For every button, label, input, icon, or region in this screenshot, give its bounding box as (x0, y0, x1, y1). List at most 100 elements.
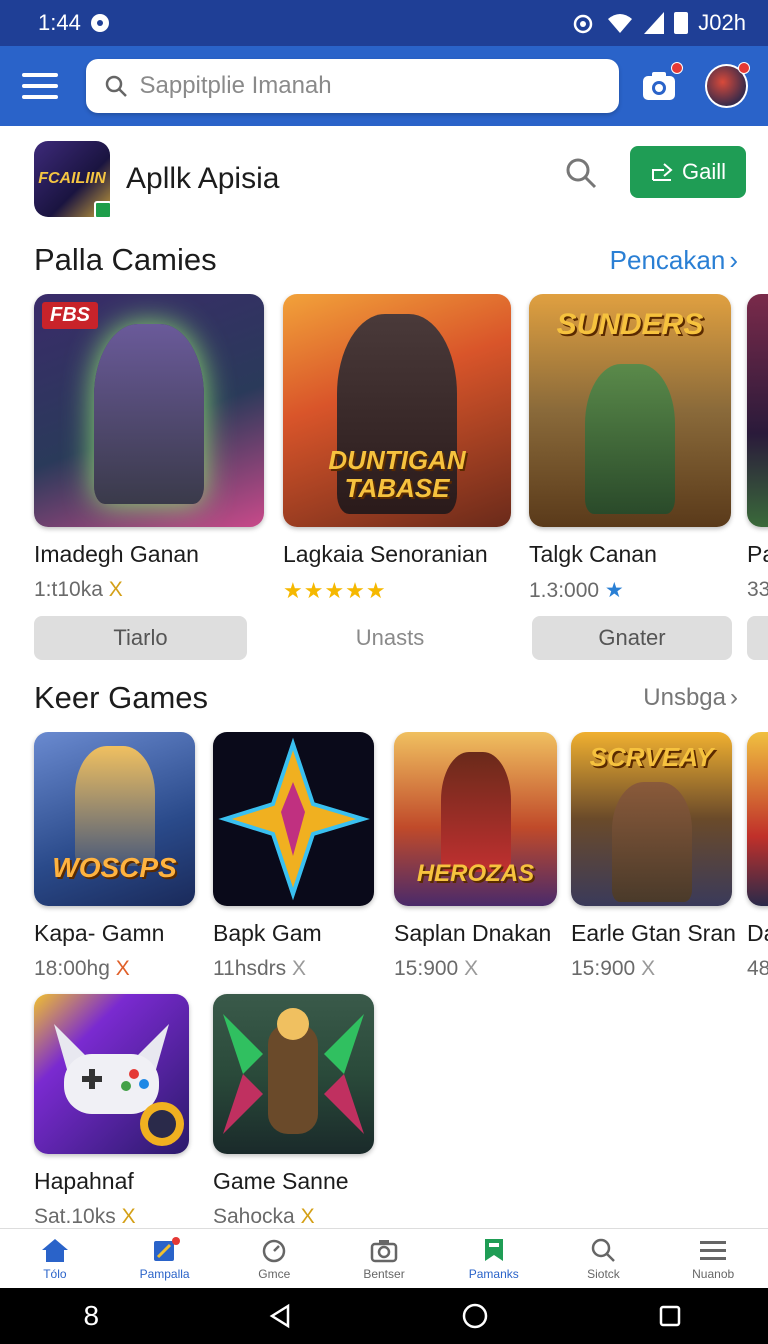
game-title: Pa (747, 541, 768, 567)
game-art-text: SCRVEAY (589, 742, 714, 772)
game-meta-text: 11hsdrs (213, 957, 287, 980)
game-meta-mark: X (115, 957, 130, 980)
game-art: SUNDERS (529, 294, 731, 527)
game-meta-text: 15:900 (571, 957, 636, 980)
game-card[interactable]: SCRVEAY Earle Gtan Sran 15:900 X (571, 732, 736, 981)
clock-icon (263, 1239, 286, 1262)
wifi-icon (608, 14, 633, 33)
game-art-text: WOSCPS (52, 852, 177, 883)
pill-button[interactable]: Unasts (283, 616, 497, 660)
featured-app[interactable]: FCAILIIN Apllk Apisia Gaill (34, 140, 746, 219)
nav-item-bentser[interactable]: Bentser (329, 1229, 439, 1288)
game-art (213, 994, 374, 1154)
game-meta: 11hsdrs X (213, 957, 374, 981)
featured-app-icon: FCAILIIN (34, 141, 112, 219)
game-card[interactable]: DUNTIGAN TABASE Lagkaia Senoranian ★★★★★ (283, 294, 511, 604)
search-bar[interactable] (85, 59, 619, 113)
nav-item-home[interactable]: Tólo (0, 1229, 110, 1288)
game-meta-text: Sat.10ks (34, 1205, 116, 1226)
game-art-text: FBS (42, 302, 98, 329)
star-emblem-icon (218, 737, 370, 901)
home-icon (41, 1238, 68, 1262)
nav-item-gmce[interactable]: Gmce (219, 1229, 329, 1288)
nav-label: Pamanks (468, 1266, 519, 1281)
nav-item-pampalla[interactable]: Pampalla (110, 1229, 220, 1288)
recents-icon[interactable] (656, 1302, 684, 1330)
game-meta: 1.3:000 ★ (529, 578, 731, 603)
avatar[interactable] (704, 62, 750, 108)
nav-label: Gmce (258, 1266, 291, 1281)
status-battery-text: J02h (698, 10, 746, 35)
section-see-more-link[interactable]: Pencakan › (610, 245, 738, 276)
camera-badge (670, 62, 683, 74)
game-card[interactable]: Hapahnaf Sat.10ks X (34, 994, 189, 1226)
camera-button[interactable] (639, 62, 683, 106)
game-card[interactable]: FBS Imadegh Ganan 1:t10ka X (34, 294, 264, 602)
game-meta-mark: X (108, 578, 123, 601)
game-meta-mark: X (292, 957, 307, 980)
section-title: Keer Games (34, 680, 209, 715)
bookmark-icon (484, 1238, 503, 1261)
pill-button[interactable]: Tiarlo (34, 616, 247, 660)
game-meta: 15:900 X (394, 957, 557, 981)
app-bar (0, 46, 768, 126)
game-meta: 15:900 X (571, 957, 732, 981)
game-art-text: DUNTIGAN TABASE (328, 445, 466, 503)
game-card[interactable]: HEROZAS Saplan Dnakan 15:900 X (394, 732, 557, 981)
game-title: Earle Gtan Sran (571, 920, 736, 946)
game-title: Saplan Dnakan (394, 920, 552, 946)
game-art (747, 294, 768, 527)
game-art: WOSCPS (34, 732, 195, 906)
game-card[interactable]: Pa 33 (747, 294, 768, 602)
home-button-icon[interactable] (461, 1302, 489, 1330)
nav-label: Nuanob (692, 1266, 735, 1281)
featured-app-badge (94, 201, 112, 219)
back-icon[interactable] (266, 1302, 294, 1330)
section-title: Palla Camies (34, 242, 217, 277)
hamburger-menu-icon[interactable] (22, 73, 58, 99)
camera-icon (370, 1239, 398, 1262)
search-icon[interactable] (564, 156, 598, 190)
game-meta: 18:00hg X (34, 957, 195, 981)
game-meta-mark: ★ (604, 579, 624, 602)
section-grid-keer: WOSCPS Kapa- Gamn 18:00hg X Bapk Gam 11h… (0, 732, 768, 1226)
game-art: HEROZAS (394, 732, 557, 906)
game-card[interactable]: Da 48 (747, 732, 768, 981)
game-art: DUNTIGAN TABASE (283, 294, 511, 527)
nav-item-pamanks[interactable]: Pamanks (439, 1229, 549, 1288)
edit-icon (153, 1236, 180, 1261)
game-title: Kapa- Gamn (34, 920, 165, 946)
battery-icon (674, 12, 689, 34)
share-icon (651, 163, 673, 181)
game-card[interactable]: SUNDERS Talgk Canan 1.3:000 ★ (529, 294, 731, 603)
game-art-text: SUNDERS (556, 308, 704, 341)
install-button[interactable]: Gaill (630, 146, 746, 198)
search-input[interactable] (139, 72, 560, 100)
game-card[interactable]: Bapk Gam 11hsdrs X (213, 732, 374, 981)
game-art-text: HEROZAS (416, 860, 535, 887)
status-bar: 1:44 J02h (0, 0, 768, 46)
game-meta-text: 18:00hg (34, 957, 110, 980)
alarm-icon (574, 14, 593, 34)
game-meta-text: 15:900 (394, 957, 459, 980)
game-art-figure (585, 364, 675, 514)
game-meta-mark: X (300, 1205, 315, 1226)
game-card[interactable]: WOSCPS Kapa- Gamn 18:00hg X (34, 732, 195, 981)
section-header-palla: Palla Camies Pencakan › (34, 242, 738, 278)
pill-button[interactable] (747, 616, 768, 660)
game-meta: Sahocka X (213, 1205, 374, 1226)
system-nav-left-glyph: 8 (83, 1300, 100, 1331)
game-art (213, 732, 374, 906)
section-header-keer: Keer Games Unsbga › (34, 680, 738, 716)
game-meta-text: Sahocka (213, 1205, 295, 1226)
game-meta-mark: X (641, 957, 656, 980)
section-see-more-link[interactable]: Unsbga › (643, 684, 738, 712)
pill-button[interactable]: Gnater (532, 616, 732, 660)
game-art-figure (440, 752, 511, 872)
search-icon (592, 1238, 616, 1262)
nav-item-siotck[interactable]: Siotck (549, 1229, 659, 1288)
crystal-icon (223, 1008, 364, 1134)
game-card[interactable]: Game Sanne Sahocka X (213, 994, 374, 1226)
nav-item-nuanob[interactable]: Nuanob (658, 1229, 768, 1288)
avatar-badge (738, 62, 750, 74)
